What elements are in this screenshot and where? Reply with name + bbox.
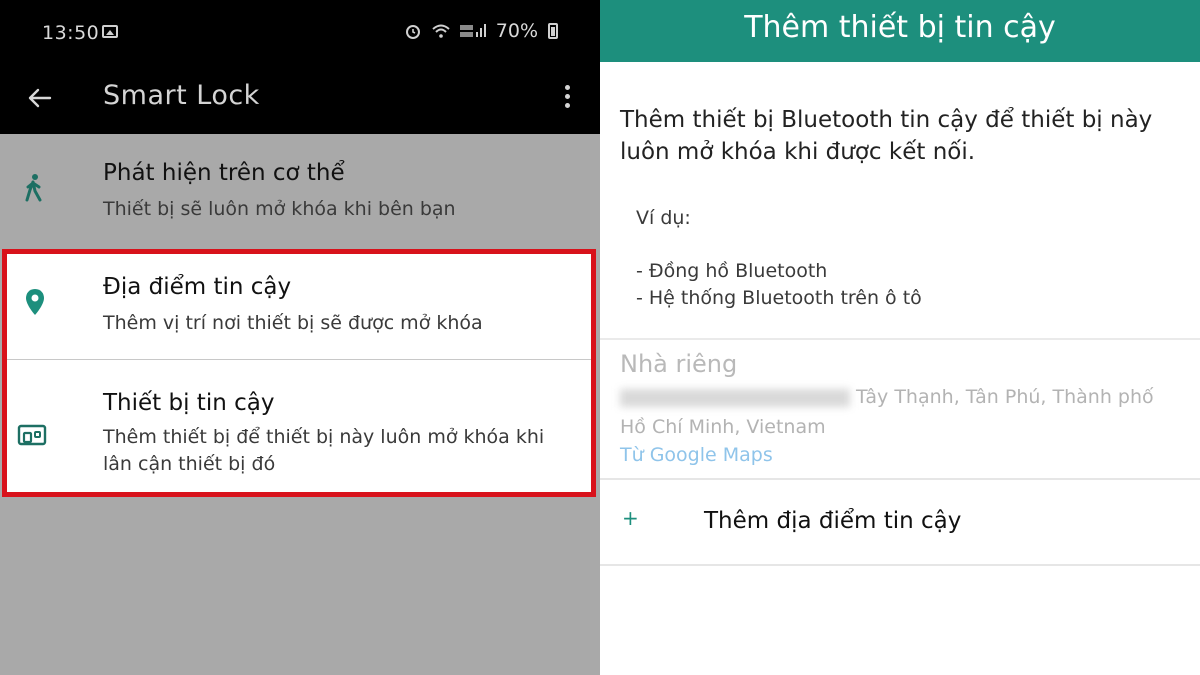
status-bar: 13:50 70% (0, 0, 600, 64)
redacted-text (620, 388, 850, 407)
app-bar: Smart Lock (0, 64, 600, 134)
dialog-description: Thêm thiết bị Bluetooth tin cậy để thiết… (620, 107, 1153, 165)
option-title: Phát hiện trên cơ thể (103, 160, 345, 186)
battery-percentage: 70% (495, 20, 538, 42)
status-time: 13:50 (42, 22, 100, 44)
option-subtitle: Thêm thiết bị để thiết bị này luôn mở kh… (103, 426, 545, 475)
walking-person-icon (25, 174, 42, 202)
volte-signal-icon (459, 24, 486, 37)
add-trusted-place-label: Thêm địa điểm tin cậy (704, 508, 962, 534)
gallery-notification-icon (102, 25, 118, 38)
dialog-header: Thêm thiết bị tin cậy (600, 0, 1200, 62)
option-trusted-places[interactable]: Địa điểm tin cậy Thêm vị trí nơi thiết b… (7, 254, 591, 360)
dialog-title: Thêm thiết bị tin cậy (744, 10, 1056, 45)
home-place-item[interactable]: Nhà riêng Tây Thạnh, Tân Phú, Thành phố … (620, 350, 1180, 466)
alarm-icon (405, 25, 420, 39)
examples-block: Ví dụ: - Đồng hồ Bluetooth - Hệ thống Bl… (636, 205, 1156, 312)
example-item: - Hệ thống Bluetooth trên ô tô (636, 287, 922, 309)
home-source: Từ Google Maps (620, 444, 773, 466)
option-on-body-detection[interactable]: Phát hiện trên cơ thể Thiết bị sẽ luôn m… (0, 134, 600, 248)
devices-icon (17, 424, 47, 446)
option-subtitle: Thiết bị sẽ luôn mở khóa khi bên bạn (103, 198, 456, 220)
home-title: Nhà riêng (620, 350, 738, 378)
option-trusted-devices[interactable]: Thiết bị tin cậy Thêm thiết bị để thiết … (7, 360, 591, 492)
plus-icon: + (622, 506, 639, 530)
status-icons: 70% (404, 20, 558, 42)
divider (600, 338, 1200, 340)
add-trusted-place-button[interactable]: + Thêm địa điểm tin cậy (600, 482, 1200, 564)
wifi-icon (432, 24, 450, 38)
examples-label: Ví dụ: (636, 207, 691, 229)
divider (600, 478, 1200, 480)
divider (600, 564, 1200, 566)
smart-lock-screen: 13:50 70% Smart Lock Phát hiện trên cơ t… (0, 0, 600, 675)
location-pin-icon (26, 289, 44, 315)
option-title: Thiết bị tin cậy (103, 390, 275, 416)
option-subtitle: Thêm vị trí nơi thiết bị sẽ được mở khóa (103, 312, 483, 334)
home-address: Tây Thạnh, Tân Phú, Thành phố Hồ Chí Min… (620, 386, 1154, 438)
back-arrow-icon[interactable] (24, 82, 56, 114)
example-item: - Đồng hồ Bluetooth (636, 260, 828, 282)
more-options-icon[interactable] (560, 82, 574, 114)
battery-icon (548, 23, 558, 39)
option-title: Địa điểm tin cậy (103, 274, 292, 300)
page-title: Smart Lock (103, 80, 260, 111)
add-trusted-device-screen: Thêm thiết bị tin cậy Thêm thiết bị Blue… (600, 0, 1200, 675)
